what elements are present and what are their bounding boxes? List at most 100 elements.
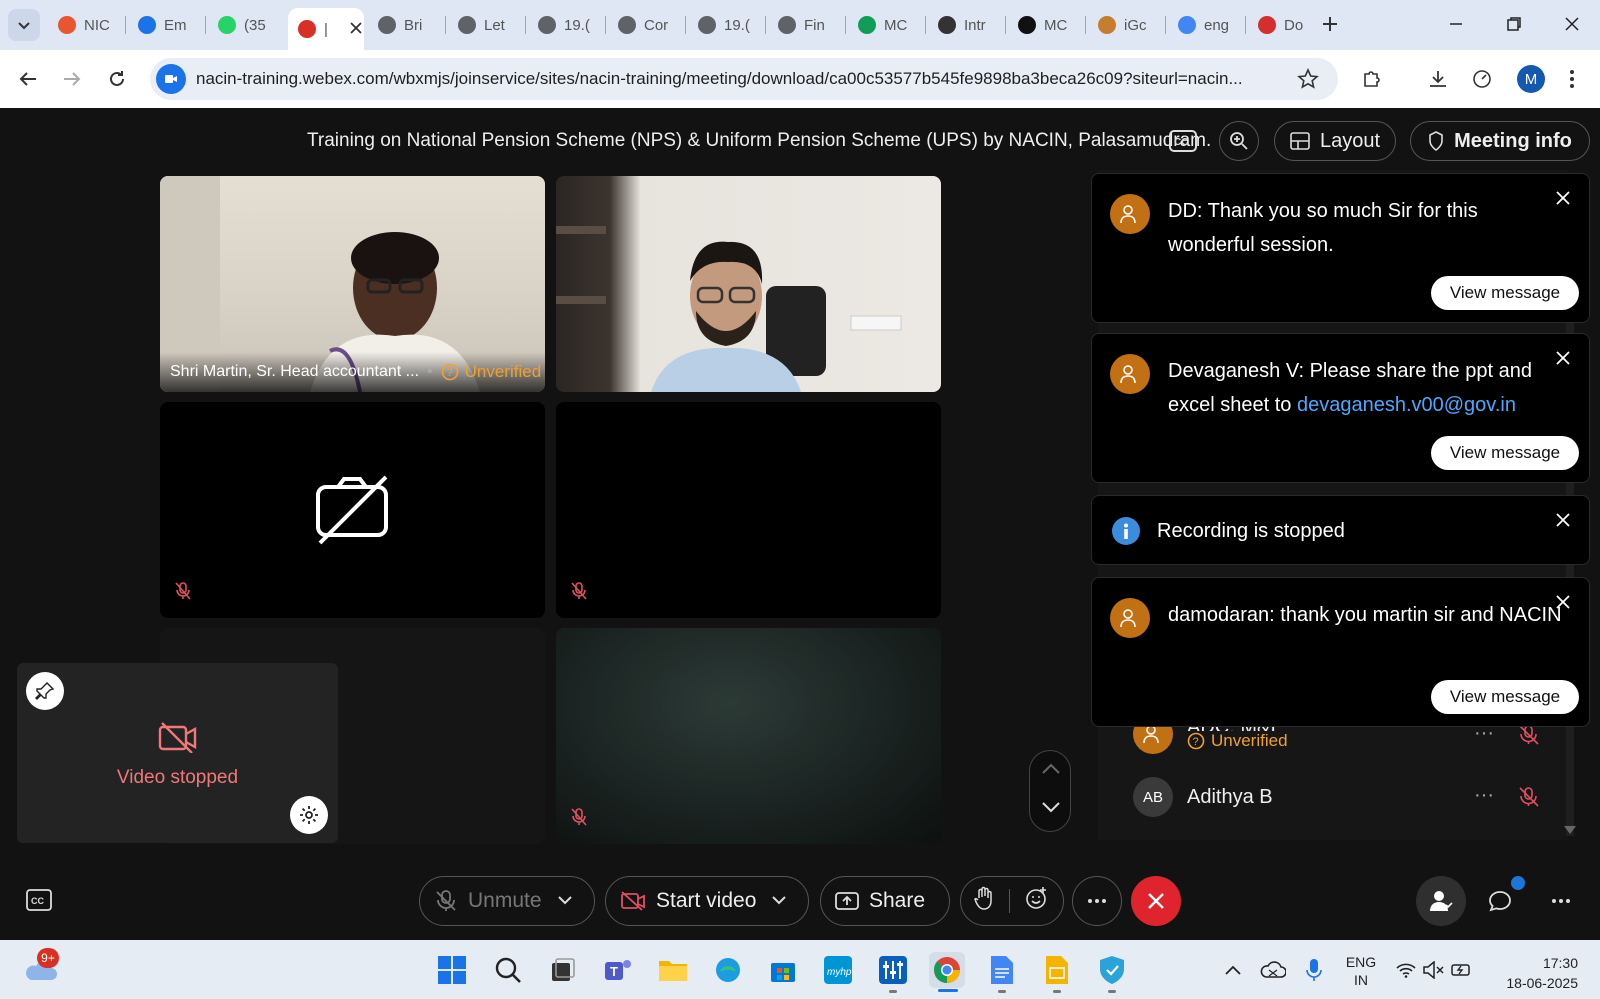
bookmark-star-button[interactable] (1292, 63, 1324, 95)
zoom-button[interactable] (1219, 121, 1259, 161)
slides-app[interactable] (1039, 952, 1075, 988)
end-call-button[interactable] (1131, 876, 1181, 926)
video-tile-participant-2[interactable] (556, 176, 941, 392)
file-explorer-app[interactable] (655, 952, 691, 988)
browser-tab[interactable]: 19.( (688, 8, 760, 42)
url-text[interactable]: nacin-training.webex.com/wbxmjs/joinserv… (196, 69, 1276, 89)
chrome-app[interactable] (929, 952, 965, 988)
scroll-down-button[interactable] (1041, 801, 1061, 820)
toast-close-button[interactable] (1551, 346, 1575, 370)
scroll-down-arrow-icon[interactable] (1563, 822, 1577, 840)
profile-avatar[interactable]: M (1517, 65, 1545, 93)
video-settings-button[interactable] (290, 796, 328, 834)
restore-button[interactable] (1494, 8, 1534, 40)
close-window-button[interactable] (1552, 8, 1592, 40)
captions-button[interactable]: CC (1164, 121, 1202, 161)
new-tab-button[interactable] (1310, 8, 1350, 40)
browser-tab[interactable]: NIC (48, 8, 120, 42)
wifi-tray[interactable] (1392, 952, 1420, 988)
docs-app[interactable] (984, 952, 1020, 988)
more-options-button[interactable] (1072, 876, 1122, 926)
show-hidden-icons-button[interactable] (1215, 952, 1251, 988)
tab-close-icon[interactable] (350, 21, 362, 38)
participant-more-button[interactable]: ··· (1474, 784, 1494, 807)
language-indicator[interactable]: ENG IN (1338, 953, 1384, 989)
video-tile-martin[interactable]: Shri Martin, Sr. Head accountant ... • ?… (160, 176, 545, 392)
teams-app[interactable]: T (600, 952, 636, 988)
browser-tab[interactable]: (35 (208, 8, 280, 42)
reload-button[interactable] (101, 63, 133, 95)
browser-tab[interactable]: Intr (928, 8, 1000, 42)
back-arrow-icon (19, 72, 36, 86)
audio-control-app[interactable] (875, 952, 911, 988)
extensions-button[interactable] (1356, 63, 1388, 95)
more-panel-options-button[interactable] (1536, 876, 1586, 926)
minimize-button[interactable] (1436, 8, 1476, 40)
email-link[interactable]: devaganesh.v00@gov.in (1297, 394, 1516, 416)
browser-tab[interactable]: Cor (608, 8, 680, 42)
toast-close-button[interactable] (1551, 186, 1575, 210)
microphone-tray[interactable] (1296, 952, 1332, 988)
site-info-icon[interactable] (156, 64, 186, 94)
view-message-button[interactable]: View message (1431, 276, 1579, 310)
view-message-button[interactable]: View message (1431, 436, 1579, 470)
store-app[interactable] (765, 952, 801, 988)
google-slides-icon (1046, 956, 1068, 984)
toast-message: Devaganesh V: Please share the ppt and e… (1168, 360, 1532, 416)
browser-tab[interactable]: eng (1168, 8, 1240, 42)
globe-icon (618, 16, 636, 34)
video-tile-participant-3[interactable] (160, 402, 545, 618)
browser-tab[interactable]: MC (848, 8, 920, 42)
performance-button[interactable] (1466, 63, 1498, 95)
browser-tab[interactable]: Fin (768, 8, 840, 42)
captions-toggle-button[interactable]: CC (26, 889, 52, 916)
browser-tab[interactable]: Em (128, 8, 200, 42)
toast-close-button[interactable] (1551, 590, 1575, 614)
onedrive-tray[interactable] (1255, 952, 1291, 988)
browser-tab[interactable]: Bri (368, 8, 440, 42)
chat-notification-dot (1511, 876, 1525, 890)
battery-tray[interactable] (1448, 952, 1476, 988)
browser-tab[interactable]: MC (1008, 8, 1080, 42)
raise-hand-button[interactable] (973, 886, 995, 916)
meeting-info-button[interactable]: Meeting info (1410, 121, 1590, 161)
clock[interactable]: 17:30 18-06-2025 (1498, 953, 1578, 993)
volume-tray[interactable] (1420, 952, 1448, 988)
scroll-up-button[interactable] (1041, 761, 1061, 780)
meeting-title: Training on National Pension Scheme (NPS… (307, 130, 1212, 151)
tab-label: Let (484, 16, 505, 34)
video-tile-participant-4[interactable] (556, 402, 941, 618)
browser-tab[interactable]: Let (448, 8, 520, 42)
task-view-button[interactable] (545, 952, 581, 988)
restore-icon (1507, 17, 1521, 31)
forward-button[interactable] (56, 63, 88, 95)
search-button[interactable] (490, 952, 526, 988)
myhp-app[interactable]: myhp (820, 952, 856, 988)
participant-avatar: AB (1133, 777, 1173, 817)
start-button[interactable] (434, 952, 470, 988)
browser-tab[interactable]: 19.( (528, 8, 600, 42)
unverified-badge: ? Unverified (1187, 731, 1288, 751)
tab-label: MC (884, 16, 908, 34)
pin-button[interactable] (26, 672, 64, 710)
downloads-button[interactable] (1422, 63, 1454, 95)
browser-tab[interactable]: | (288, 8, 364, 50)
view-message-button[interactable]: View message (1431, 680, 1579, 714)
chat-bubble-icon (1489, 891, 1511, 912)
share-button[interactable]: Share (820, 876, 950, 926)
participant-row[interactable]: AB Adithya B (1133, 777, 1273, 817)
reactions-button[interactable] (1024, 886, 1048, 916)
start-video-button[interactable]: Start video (605, 876, 809, 926)
vpn-app[interactable] (1094, 952, 1130, 988)
unmute-button[interactable]: Unmute (419, 876, 595, 926)
browser-tab[interactable]: iGc (1088, 8, 1160, 42)
back-button[interactable] (12, 63, 44, 95)
toast-close-button[interactable] (1551, 508, 1575, 532)
participants-button[interactable] (1416, 876, 1466, 926)
edge-app[interactable] (710, 952, 746, 988)
chevron-down-icon (557, 896, 572, 905)
video-tile-participant-6[interactable] (556, 628, 941, 844)
tab-search-button[interactable] (8, 9, 40, 41)
browser-menu-button[interactable] (1556, 63, 1588, 95)
layout-button[interactable]: Layout (1274, 121, 1396, 161)
